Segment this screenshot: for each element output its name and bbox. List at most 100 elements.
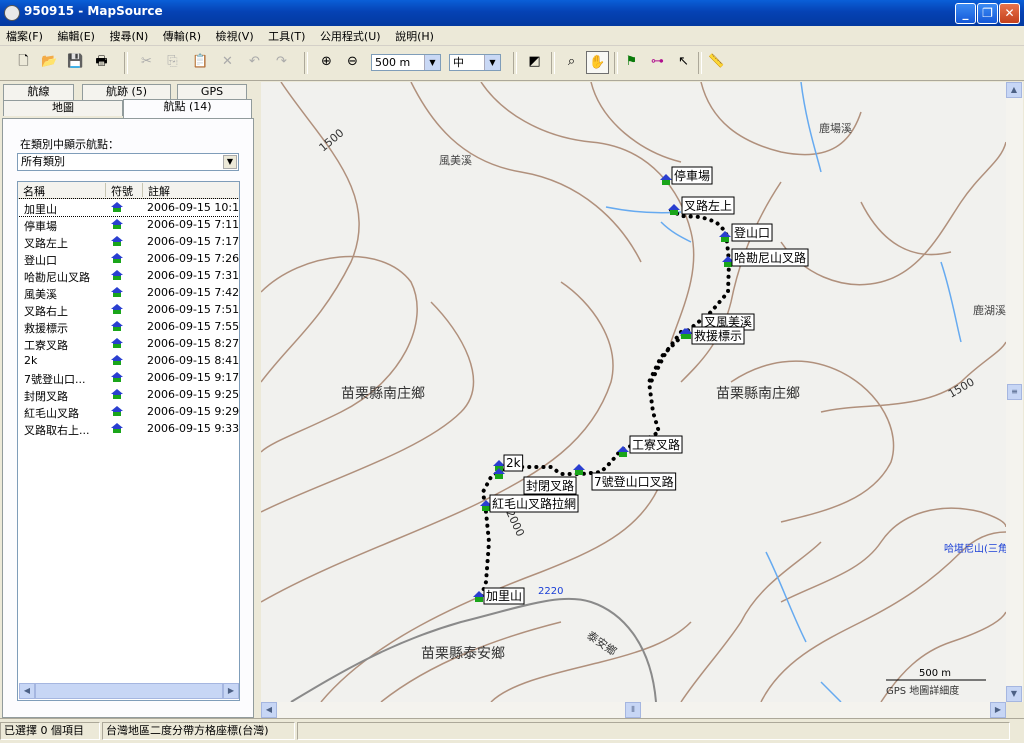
tab-tracks[interactable]: 航跡 (5): [82, 84, 171, 100]
minimize-button[interactable]: _: [955, 3, 976, 24]
waypoint-map-label[interactable]: 登山口: [734, 225, 770, 240]
waypoint-map-label[interactable]: 哈勘尼山叉路: [734, 250, 806, 265]
tab-waypoints[interactable]: 航點 (14): [123, 99, 252, 118]
title-bar: 950915 - MapSource _ ❐ ✕: [0, 0, 1024, 26]
waypoint-row[interactable]: 風美溪 2006-09-15 7:42:22: [18, 284, 239, 301]
distance-ruler-icon[interactable]: 📏: [705, 51, 728, 74]
zoom-tool-icon[interactable]: ⌕: [560, 51, 583, 74]
scroll-right-icon[interactable]: ▶: [223, 683, 239, 699]
waypoint-name: 哈勘尼山叉路: [24, 271, 90, 284]
restore-button[interactable]: ❐: [977, 3, 998, 24]
menu-search[interactable]: 搜尋(N): [103, 26, 153, 44]
waypoint-row[interactable]: 停車場 2006-09-15 7:11:06: [18, 216, 239, 233]
waypoint-row[interactable]: 工寮叉路 2006-09-15 8:27:21: [18, 335, 239, 352]
house-symbol-icon: [111, 372, 123, 382]
scroll-right-icon[interactable]: ▶: [990, 702, 1006, 718]
scroll-down-icon[interactable]: ▼: [1006, 686, 1022, 702]
waypoint-map-label[interactable]: 紅毛山叉路拉網: [492, 496, 576, 511]
route-tool-icon[interactable]: ⊶: [646, 51, 669, 74]
scroll-thumb[interactable]: [35, 683, 223, 699]
mapsource-app-icon[interactable]: [4, 5, 20, 21]
chevron-down-icon[interactable]: ▼: [484, 55, 500, 70]
map-select-icon[interactable]: ◩: [523, 51, 546, 74]
menu-transfer[interactable]: 傳輸(R): [157, 26, 206, 44]
scroll-up-icon[interactable]: ▲: [1006, 82, 1022, 98]
waypoint-map-label[interactable]: 停車場: [674, 168, 710, 183]
waypoint-row[interactable]: 救援標示 2006-09-15 7:55:44: [18, 318, 239, 335]
zoom-out-icon[interactable]: ⊖: [341, 51, 364, 74]
map-canvas[interactable]: 苗栗縣南庄鄉 苗栗縣南庄鄉 苗栗縣泰安鄉 風美溪 鹿場溪 鹿湖溪 1500 15…: [261, 82, 1006, 702]
selection-arrow-icon[interactable]: ↖: [672, 51, 695, 74]
waypoint-row[interactable]: 2k 2006-09-15 8:41:30: [18, 352, 239, 369]
house-symbol-icon: [111, 389, 123, 399]
chevron-down-icon[interactable]: ▼: [223, 155, 237, 169]
print-icon[interactable]: 🖶: [90, 51, 113, 74]
delete-icon[interactable]: ✕: [216, 51, 239, 74]
chevron-down-icon[interactable]: ▼: [424, 55, 440, 70]
tab-maps[interactable]: 地圖: [3, 100, 123, 116]
waypoint-list[interactable]: 名稱 符號 註解 加里山 2006-09-15 10:18:5 停車場 2006-09…: [17, 181, 240, 701]
waypoint-row[interactable]: 加里山 2006-09-15 10:18:5: [18, 198, 239, 217]
menu-utilities[interactable]: 公用程式(U): [314, 26, 386, 44]
waypoint-row[interactable]: 叉路左上 2006-09-15 7:17:18: [18, 233, 239, 250]
menu-help[interactable]: 說明(H): [389, 26, 439, 44]
house-symbol-icon: [111, 406, 123, 416]
waypoint-map-label[interactable]: 工寮叉路: [632, 437, 680, 452]
cut-icon[interactable]: ✂: [135, 51, 158, 74]
copy-icon[interactable]: ⎘: [161, 51, 184, 74]
redo-icon[interactable]: ↷: [270, 51, 293, 74]
map-detail-select[interactable]: 中 ▼: [449, 54, 501, 71]
waypoint-row[interactable]: 封閉叉路 2006-09-15 9:25:01: [18, 386, 239, 403]
waypoint-row[interactable]: 7號登山口... 2006-09-15 9:17:25: [18, 369, 239, 386]
list-horizontal-scrollbar[interactable]: ◀ ▶: [19, 683, 239, 699]
waypoint-time: 2006-09-15 7:55:44: [147, 320, 239, 333]
menu-file[interactable]: 檔案(F): [0, 26, 48, 44]
waypoint-map-label[interactable]: 7號登山口叉路: [594, 474, 674, 489]
zoom-scale-select[interactable]: 500 m ▼: [371, 54, 441, 71]
tab-routes[interactable]: 航線: [3, 84, 74, 100]
hand-pan-icon[interactable]: ✋: [586, 51, 609, 74]
waypoint-row[interactable]: 叉路取右上... 2006-09-15 9:33:02: [18, 420, 239, 437]
zoom-in-icon[interactable]: ⊕: [315, 51, 338, 74]
category-select[interactable]: 所有類別 ▼: [17, 153, 239, 171]
topographic-map[interactable]: 苗栗縣南庄鄉 苗栗縣南庄鄉 苗栗縣泰安鄉 風美溪 鹿場溪 鹿湖溪 1500 15…: [261, 82, 1006, 702]
waypoint-map-label[interactable]: 加里山: [486, 589, 522, 603]
tab-gps[interactable]: GPS: [177, 84, 247, 100]
waypoint-row[interactable]: 紅毛山叉路 2006-09-15 9:29:27: [18, 403, 239, 420]
close-button[interactable]: ✕: [999, 3, 1020, 24]
column-symbol[interactable]: 符號: [106, 183, 143, 198]
waypoint-map-label[interactable]: 封閉叉路: [526, 478, 574, 493]
house-symbol-icon: [111, 321, 123, 331]
waypoint-map-label[interactable]: 叉路左上: [684, 198, 732, 213]
waypoint-row[interactable]: 哈勘尼山叉路 2006-09-15 7:31:32: [18, 267, 239, 284]
map-horizontal-scrollbar[interactable]: ◀ ⦀ ▶: [261, 702, 1006, 718]
waypoint-time: 2006-09-15 7:31:32: [147, 269, 239, 282]
map-vertical-scrollbar[interactable]: ▲ ≡ ▼: [1006, 82, 1023, 702]
house-symbol-icon: [111, 287, 123, 297]
menu-tools[interactable]: 工具(T): [262, 26, 310, 44]
waypoint-map-label[interactable]: 救援標示: [694, 328, 742, 343]
column-name[interactable]: 名稱: [18, 183, 106, 198]
new-file-icon[interactable]: 🗋: [12, 51, 35, 74]
menu-edit[interactable]: 編輯(E): [51, 26, 100, 44]
waypoint-time: 2006-09-15 7:42:22: [147, 286, 239, 299]
scroll-left-icon[interactable]: ◀: [19, 683, 35, 699]
menu-view[interactable]: 檢視(V): [210, 26, 259, 44]
undo-icon[interactable]: ↶: [243, 51, 266, 74]
column-comment[interactable]: 註解: [143, 183, 239, 198]
category-value: 所有類別: [21, 155, 65, 168]
scroll-left-icon[interactable]: ◀: [261, 702, 277, 718]
map-view[interactable]: 苗栗縣南庄鄉 苗栗縣南庄鄉 苗栗縣泰安鄉 風美溪 鹿場溪 鹿湖溪 1500 15…: [261, 82, 1023, 718]
paste-icon[interactable]: 📋: [189, 51, 212, 74]
waypoint-row[interactable]: 登山口 2006-09-15 7:26:47: [18, 250, 239, 267]
waypoint-flag-icon[interactable]: ⚑: [620, 51, 643, 74]
waypoint-row[interactable]: 叉路右上 2006-09-15 7:51:18: [18, 301, 239, 318]
save-icon[interactable]: 💾: [64, 51, 87, 74]
house-symbol-icon: [111, 270, 123, 280]
horizontal-scroll-thumb[interactable]: ⦀: [625, 702, 641, 718]
open-folder-icon[interactable]: 📂: [38, 51, 61, 74]
vertical-scroll-thumb[interactable]: ≡: [1007, 384, 1022, 400]
waypoint-map-label[interactable]: 2k: [506, 456, 521, 470]
waypoint-time: 2006-09-15 8:41:30: [147, 354, 239, 367]
waypoint-name: 登山口: [24, 254, 57, 267]
